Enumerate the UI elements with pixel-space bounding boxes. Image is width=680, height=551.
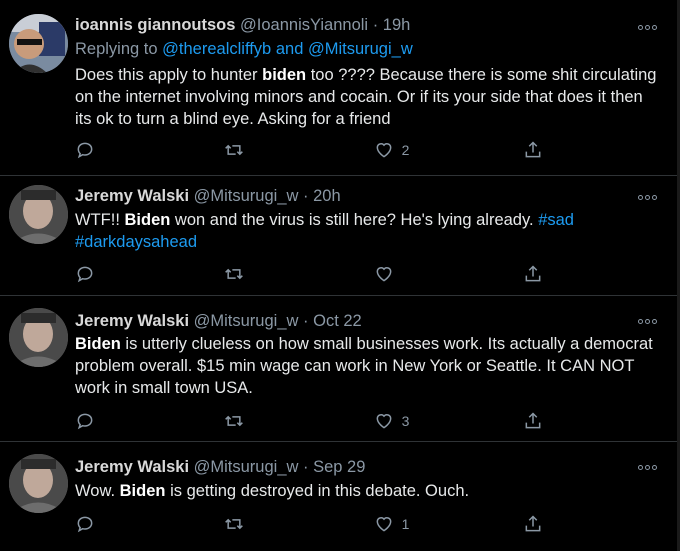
heart-icon (376, 143, 392, 158)
like-button[interactable] (374, 264, 414, 284)
like-button[interactable]: 1 (374, 514, 414, 534)
retweet-button[interactable] (224, 264, 264, 284)
reply-button[interactable] (75, 140, 115, 160)
like-button[interactable]: 2 (374, 140, 414, 160)
like-count: 1 (401, 516, 410, 532)
mention-link[interactable]: @therealcliffyb (162, 40, 271, 58)
text-highlight: biden (262, 66, 307, 84)
author-name[interactable]: Jeremy Walski (75, 187, 189, 205)
retweet-button[interactable] (224, 140, 264, 160)
avatar[interactable] (9, 185, 68, 244)
tweet[interactable]: Jeremy Walski @Mitsurugi_w · Sep 29 Wow.… (0, 442, 680, 551)
tweet-header: Jeremy Walski @Mitsurugi_w · Oct 22 (75, 311, 640, 331)
retweet-icon (225, 415, 244, 427)
tweet-text: Wow. Biden is getting destroyed in this … (75, 480, 660, 502)
hashtag-link[interactable]: #darkdaysahead (75, 233, 197, 251)
retweet-icon (225, 518, 244, 530)
more-icon[interactable] (638, 462, 658, 472)
share-icon (525, 141, 541, 158)
text-segment: is getting destroyed in this debate. Ouc… (165, 482, 470, 500)
share-button[interactable] (523, 264, 563, 284)
heart-icon (376, 517, 392, 532)
share-button[interactable] (523, 140, 563, 160)
text-segment: is utterly clueless on how small busines… (75, 335, 653, 397)
author-name[interactable]: ioannis giannoutsos (75, 16, 235, 34)
more-icon[interactable] (638, 192, 658, 202)
tweet-header: Jeremy Walski @Mitsurugi_w · 20h (75, 186, 640, 206)
share-button[interactable] (523, 411, 563, 431)
retweet-icon (225, 144, 244, 156)
share-icon (525, 265, 541, 282)
tweet-header: Jeremy Walski @Mitsurugi_w · Sep 29 (75, 457, 640, 477)
replying-to-label: Replying to (75, 40, 158, 58)
replying-to: Replying to @therealcliffyb and @Mitsuru… (75, 40, 413, 59)
retweet-button[interactable] (224, 514, 264, 534)
reply-button[interactable] (75, 411, 115, 431)
tweet-text: Biden is utterly clueless on how small b… (75, 333, 660, 399)
tweet[interactable]: Jeremy Walski @Mitsurugi_w · Oct 22 Bide… (0, 296, 680, 442)
text-highlight: Biden (75, 335, 121, 353)
avatar[interactable] (9, 308, 68, 367)
heart-icon (376, 267, 392, 282)
author-handle[interactable]: @IoannisYiannoli (240, 16, 368, 34)
heart-icon (376, 414, 392, 429)
share-icon (525, 412, 541, 429)
text-segment: won and the virus is still here? He's ly… (170, 211, 539, 229)
reply-button[interactable] (75, 264, 115, 284)
timestamp[interactable]: Oct 22 (313, 312, 362, 330)
hashtag-link[interactable]: #sad (538, 211, 574, 229)
like-button[interactable]: 3 (374, 411, 414, 431)
like-count: 3 (401, 413, 410, 429)
reply-icon (77, 516, 93, 533)
avatar[interactable] (9, 454, 68, 513)
author-handle[interactable]: @Mitsurugi_w (194, 312, 299, 330)
timestamp[interactable]: Sep 29 (313, 458, 365, 476)
reply-icon (77, 413, 93, 430)
retweet-button[interactable] (224, 411, 264, 431)
timestamp[interactable]: 19h (383, 16, 411, 34)
timestamp[interactable]: 20h (313, 187, 341, 205)
separator-dot: · (303, 312, 309, 330)
text-segment: Does this apply to hunter (75, 66, 263, 84)
author-name[interactable]: Jeremy Walski (75, 458, 189, 476)
retweet-icon (225, 268, 244, 280)
more-icon[interactable] (638, 22, 658, 32)
tweet-text: Does this apply to hunter biden too ????… (75, 64, 660, 130)
tweet-text: WTF!! Biden won and the virus is still h… (75, 209, 660, 253)
tweet[interactable]: ioannis giannoutsos @IoannisYiannoli · 1… (0, 0, 680, 176)
avatar[interactable] (9, 14, 68, 73)
author-handle[interactable]: @Mitsurugi_w (194, 187, 299, 205)
tweet-header: ioannis giannoutsos @IoannisYiannoli · 1… (75, 15, 640, 35)
text-highlight: Biden (119, 482, 166, 500)
separator-dot: · (303, 458, 309, 476)
text-highlight: Biden (124, 211, 171, 229)
author-handle[interactable]: @Mitsurugi_w (194, 458, 299, 476)
reply-button[interactable] (75, 514, 115, 534)
like-count: 2 (401, 142, 410, 158)
reply-icon (77, 266, 93, 283)
tweet-actions (75, 262, 563, 286)
tweet-feed: ioannis giannoutsos @IoannisYiannoli · 1… (0, 0, 680, 551)
separator-dot: · (372, 16, 379, 34)
tweet[interactable]: Jeremy Walski @Mitsurugi_w · 20h WTF!! B… (0, 176, 680, 296)
separator-dot: · (303, 187, 309, 205)
author-name[interactable]: Jeremy Walski (75, 312, 189, 330)
reply-icon (77, 142, 93, 159)
tweet-actions: 3 (75, 409, 563, 433)
text-segment: Wow. (75, 482, 120, 500)
tweet-actions: 2 (75, 138, 563, 162)
share-icon (525, 515, 541, 532)
text-segment: WTF!! (75, 211, 125, 229)
mention-link[interactable]: @Mitsurugi_w (308, 40, 413, 58)
more-icon[interactable] (638, 316, 658, 326)
mention-and[interactable]: and (276, 40, 304, 58)
tweet-actions: 1 (75, 512, 563, 536)
share-button[interactable] (523, 514, 563, 534)
